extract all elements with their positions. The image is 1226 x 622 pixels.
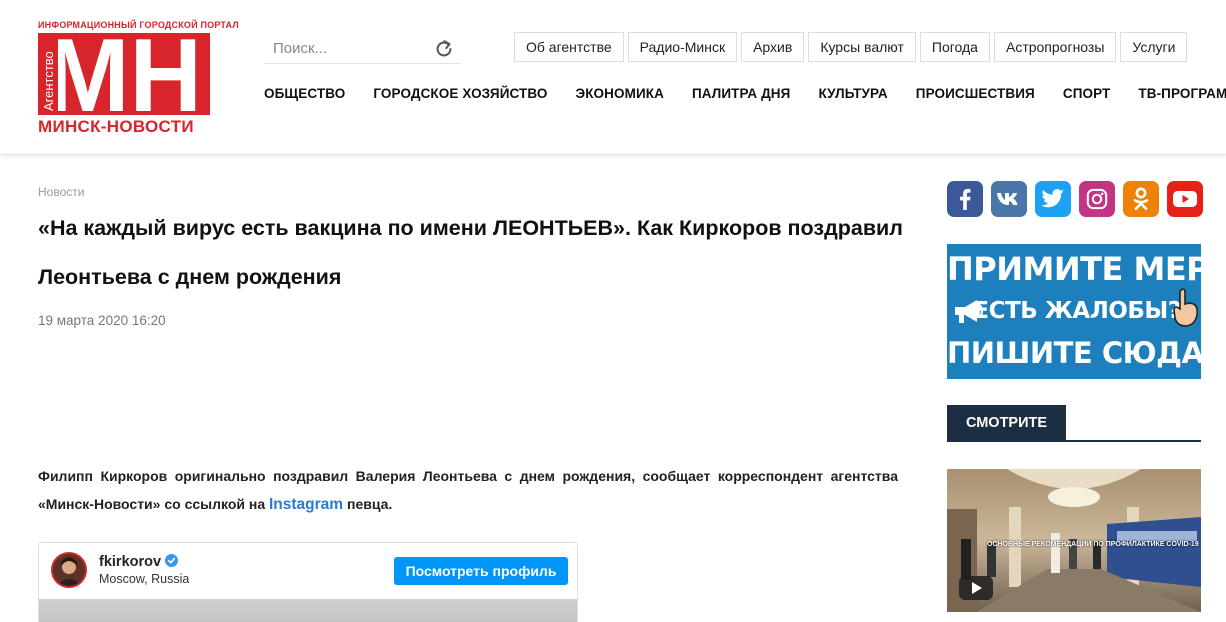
logo-mark: МН Агентство	[38, 33, 210, 115]
nav-tv[interactable]: ТВ-ПРОГРАММА	[1138, 86, 1226, 101]
topnav-horoscope[interactable]: Астропрогнозы	[993, 32, 1117, 62]
play-icon	[972, 582, 982, 594]
instagram-link[interactable]: Instagram	[269, 496, 343, 513]
odnoklassniki-icon	[1133, 187, 1149, 210]
avatar[interactable]	[51, 552, 87, 588]
article-lead: Филипп Киркоров оригинально поздравил Ва…	[38, 462, 898, 519]
logo-letters: МН	[46, 33, 202, 115]
instagram-icon	[1086, 188, 1108, 210]
facebook-icon	[959, 188, 971, 210]
play-button[interactable]	[959, 576, 993, 600]
odnoklassniki-button[interactable]	[1123, 181, 1159, 217]
avatar-image	[53, 554, 85, 586]
banner-line-1: ПРИМИТЕ МЕРЫ!	[947, 250, 1201, 288]
youtube-icon	[1173, 191, 1197, 207]
youtube-button[interactable]	[1167, 181, 1203, 217]
logo-side-text: Агентство	[41, 51, 56, 111]
logo-name: МИНСК-НОВОСТИ	[38, 117, 194, 136]
nav-society[interactable]: ОБЩЕСТВО	[264, 86, 345, 101]
nav-palette[interactable]: ПАЛИТРА ДНЯ	[692, 86, 791, 101]
view-profile-button[interactable]: Посмотреть профиль	[394, 557, 568, 585]
instagram-embed: fkirkorov Moscow, Russia Посмотреть проф…	[38, 542, 578, 622]
lead-text-end: певца.	[343, 496, 393, 512]
nav-city-economy[interactable]: ГОРОДСКОЕ ХОЗЯЙСТВО	[373, 86, 547, 101]
refresh-icon[interactable]	[433, 38, 455, 60]
twitter-icon	[1041, 189, 1064, 208]
banner-line-2: ЕСТЬ ЖАЛОБЫ?	[973, 298, 1181, 324]
article-title: «На каждый вирус есть вакцина по имени Л…	[38, 216, 903, 289]
instagram-location[interactable]: Moscow, Russia	[99, 572, 189, 586]
search-box	[265, 32, 460, 64]
facebook-button[interactable]	[947, 181, 983, 217]
topnav-weather[interactable]: Погода	[919, 32, 990, 62]
site-logo[interactable]: ИНФОРМАЦИОННЫЙ ГОРОДСКОЙ ПОРТАЛ МН Агент…	[38, 20, 239, 138]
twitter-button[interactable]	[1035, 181, 1071, 217]
social-links	[947, 181, 1203, 217]
vk-button[interactable]	[991, 181, 1027, 217]
lead-text-start: Филипп Киркоров оригинально поздравил Ва…	[38, 468, 898, 512]
instagram-username: fkirkorov	[99, 554, 162, 570]
topnav-currency[interactable]: Курсы валют	[808, 32, 916, 62]
nav-economy[interactable]: ЭКОНОМИКА	[576, 86, 664, 101]
topnav-about[interactable]: Об агентстве	[514, 32, 624, 62]
site-header: ИНФОРМАЦИОННЫЙ ГОРОДСКОЙ ПОРТАЛ МН Агент…	[0, 0, 1226, 155]
top-navigation: Об агентстве Радио-Минск Архив Курсы вал…	[514, 32, 1188, 62]
watch-section-header: СМОТРИТЕ	[947, 405, 1201, 442]
search-input[interactable]	[273, 36, 423, 60]
instagram-photo[interactable]	[39, 599, 577, 622]
topnav-archive[interactable]: Архив	[741, 32, 805, 62]
vk-icon	[997, 193, 1018, 205]
main-navigation: ОБЩЕСТВО ГОРОДСКОЕ ХОЗЯЙСТВО ЭКОНОМИКА П…	[264, 86, 1226, 101]
banner-line-3: ПИШИТЕ СЮДА!	[947, 336, 1201, 370]
nav-culture[interactable]: КУЛЬТУРА	[818, 86, 887, 101]
video-thumbnail[interactable]: ОСНОВНЫЕ РЕКОМЕНДАЦИИ ПО ПРОФИЛАКТИКЕ CO…	[947, 469, 1201, 612]
complaints-banner[interactable]: ПРИМИТЕ МЕРЫ! ЕСТЬ ЖАЛОБЫ? ПИШИТЕ СЮДА!	[947, 244, 1201, 379]
nav-incidents[interactable]: ПРОИСШЕСТВИЯ	[916, 86, 1035, 101]
tab-watch[interactable]: СМОТРИТЕ	[947, 405, 1066, 442]
instagram-username-row[interactable]: fkirkorov	[99, 554, 179, 570]
topnav-radio[interactable]: Радио-Минск	[627, 32, 738, 62]
instagram-button[interactable]	[1079, 181, 1115, 217]
article-date: 19 марта 2020 16:20	[38, 313, 166, 328]
breadcrumb[interactable]: Новости	[38, 185, 84, 199]
pointing-hand-icon	[1173, 288, 1199, 327]
logo-tagline: ИНФОРМАЦИОННЫЙ ГОРОДСКОЙ ПОРТАЛ	[38, 20, 239, 30]
nav-sport[interactable]: СПОРТ	[1063, 86, 1111, 101]
topnav-services[interactable]: Услуги	[1120, 32, 1188, 62]
verified-icon	[165, 554, 179, 567]
video-caption: ОСНОВНЫЕ РЕКОМЕНДАЦИИ ПО ПРОФИЛАКТИКЕ CO…	[987, 541, 1199, 548]
